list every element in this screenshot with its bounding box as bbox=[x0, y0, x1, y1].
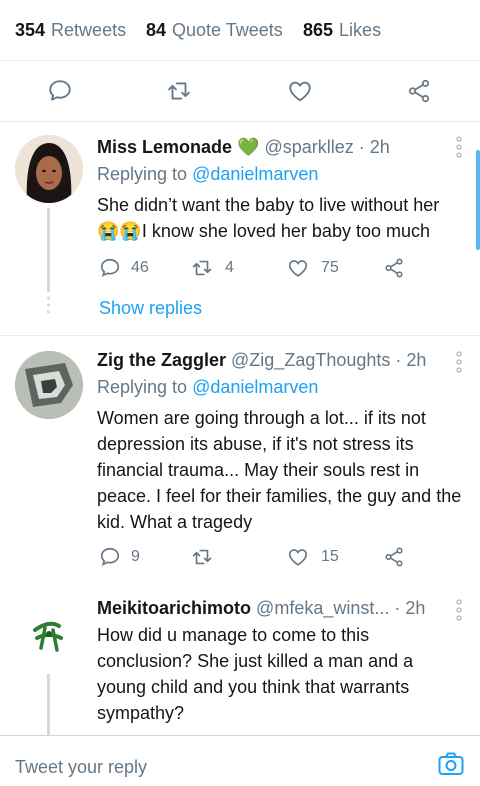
retweets-stat[interactable]: 354 Retweets bbox=[15, 20, 126, 41]
mention-link[interactable]: @danielmarven bbox=[192, 164, 318, 184]
replying-to: Replying to @danielmarven bbox=[97, 164, 318, 185]
crying-emoji: 😭😭 bbox=[97, 221, 142, 241]
scrollbar[interactable] bbox=[476, 150, 480, 250]
mention-link[interactable]: @danielmarven bbox=[192, 377, 318, 397]
engagement-stats: 354 Retweets 84 Quote Tweets 865 Likes bbox=[0, 0, 480, 61]
tweet-header: Meikitoarichimoto @mfeka_winst... · 2h bbox=[97, 598, 425, 619]
separator: · bbox=[353, 137, 370, 157]
tweet-actions: 46 4 75 bbox=[97, 257, 417, 281]
replying-prefix: Replying to bbox=[97, 377, 193, 397]
tweet-text: How did u manage to come to this conclus… bbox=[97, 625, 414, 723]
more-options-icon[interactable] bbox=[453, 598, 465, 622]
reply-tweet[interactable]: Miss Lemonade 💚 @sparkllez · 2h Replying… bbox=[0, 122, 480, 334]
avatar-image bbox=[15, 600, 83, 668]
share-icon[interactable] bbox=[383, 257, 405, 279]
username[interactable]: @sparkllez bbox=[265, 137, 354, 157]
reply-tweet[interactable]: Meikitoarichimoto @mfeka_winst... · 2h H… bbox=[0, 586, 480, 735]
like-count: 75 bbox=[321, 259, 339, 276]
avatar-image bbox=[15, 351, 83, 419]
tweet-actions: 9 15 bbox=[97, 546, 417, 570]
display-name[interactable]: Miss Lemonade bbox=[97, 137, 232, 157]
timestamp[interactable]: 2h bbox=[405, 598, 425, 618]
avatar[interactable] bbox=[15, 600, 83, 668]
more-options-icon[interactable] bbox=[453, 135, 465, 159]
reply-count: 9 bbox=[131, 548, 140, 565]
tweet-header: Zig the Zaggler @Zig_ZagThoughts · 2h bbox=[97, 350, 426, 371]
retweet-icon[interactable] bbox=[166, 78, 192, 104]
likes-count: 865 bbox=[303, 20, 334, 40]
display-name[interactable]: Zig the Zaggler bbox=[97, 350, 226, 370]
reply-tweet[interactable]: Zig the Zaggler @Zig_ZagThoughts · 2h Re… bbox=[0, 336, 480, 586]
likes-stat[interactable]: 865 Likes bbox=[303, 20, 381, 41]
reply-input[interactable]: Tweet your reply bbox=[15, 757, 147, 778]
likes-label: Likes bbox=[339, 20, 382, 40]
camera-icon[interactable] bbox=[437, 750, 465, 778]
avatar[interactable] bbox=[15, 135, 83, 203]
timestamp[interactable]: 2h bbox=[406, 350, 426, 370]
retweet-count: 4 bbox=[225, 259, 234, 276]
username[interactable]: @mfeka_winst... bbox=[256, 598, 389, 618]
retweet-icon[interactable] bbox=[191, 257, 213, 279]
avatar[interactable] bbox=[15, 351, 83, 419]
thread-line bbox=[47, 208, 50, 292]
retweets-label: Retweets bbox=[51, 20, 127, 40]
separator: · bbox=[390, 350, 407, 370]
like-icon[interactable] bbox=[287, 257, 309, 279]
tweet-action-bar bbox=[0, 61, 480, 122]
tweet-text-line: I know she loved her baby too much bbox=[141, 221, 430, 241]
quote-tweets-count: 84 bbox=[146, 20, 167, 40]
thread-line bbox=[47, 674, 50, 735]
more-options-icon[interactable] bbox=[453, 350, 465, 374]
reply-count: 46 bbox=[131, 259, 149, 276]
username[interactable]: @Zig_ZagThoughts bbox=[231, 350, 390, 370]
display-name[interactable]: Meikitoarichimoto bbox=[97, 598, 251, 618]
thread-dots bbox=[47, 296, 50, 314]
quote-tweets-stat[interactable]: 84 Quote Tweets bbox=[146, 20, 283, 41]
like-icon[interactable] bbox=[287, 546, 309, 568]
retweet-icon[interactable] bbox=[191, 546, 213, 568]
replying-to: Replying to @danielmarven bbox=[97, 377, 318, 398]
reply-icon[interactable] bbox=[47, 78, 73, 104]
tweet-text-line: She didn’t want the baby to live without… bbox=[97, 195, 440, 215]
separator: · bbox=[389, 598, 406, 618]
reply-icon[interactable] bbox=[99, 257, 121, 279]
avatar-photo bbox=[15, 135, 83, 203]
like-icon[interactable] bbox=[287, 78, 313, 104]
show-replies-link[interactable]: Show replies bbox=[99, 298, 202, 319]
timestamp[interactable]: 2h bbox=[370, 137, 390, 157]
quote-tweets-label: Quote Tweets bbox=[172, 20, 283, 40]
tweet-header: Miss Lemonade 💚 @sparkllez · 2h bbox=[97, 137, 390, 158]
retweets-count: 354 bbox=[15, 20, 46, 40]
like-count: 15 bbox=[321, 548, 339, 565]
tweet-text: Women are going through a lot... if its … bbox=[97, 408, 462, 532]
tweet-text: She didn’t want the baby to live without… bbox=[97, 192, 467, 244]
share-icon[interactable] bbox=[383, 546, 405, 568]
replying-prefix: Replying to bbox=[97, 164, 193, 184]
reply-icon[interactable] bbox=[99, 546, 121, 568]
share-icon[interactable] bbox=[406, 78, 432, 104]
reply-composer[interactable]: Tweet your reply bbox=[0, 735, 480, 786]
green-heart-emoji: 💚 bbox=[237, 137, 260, 157]
